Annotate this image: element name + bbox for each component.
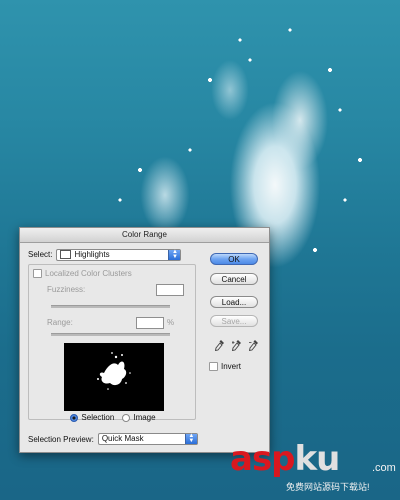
highlight-mask-shape [97,352,131,390]
selection-preview-dropdown[interactable]: Quick Mask ▲ ▼ [97,433,198,445]
select-row: Select: Highlights ▲ ▼ [28,248,182,261]
dropdown-arrows-icon: ▲ ▼ [168,249,181,260]
radio-off-icon [122,413,131,422]
dropdown-arrows-icon: ▲ ▼ [184,433,197,444]
watermark-logo-grey: ku [294,439,341,479]
clusters-label: Localized Color Clusters [45,269,132,278]
invert-label: Invert [221,362,242,371]
eyedropper-icon[interactable] [215,340,224,351]
watermark-domain: .com [372,462,396,474]
invert-checkbox[interactable]: Invert [209,362,241,371]
select-dropdown[interactable]: Highlights ▲ ▼ [56,248,182,261]
localized-clusters-checkbox[interactable]: Localized Color Clusters [33,269,132,278]
radio-image[interactable]: Image [122,413,156,422]
eyedropper-tools [215,340,258,351]
preview-mode-radio-group: Selection Image [29,413,197,422]
ok-button[interactable]: OK [210,253,258,265]
radio-selection-label: Selection [81,413,115,422]
fuzziness-input[interactable] [156,284,184,296]
cancel-button[interactable]: Cancel [210,273,258,285]
color-swatch-icon [60,250,72,259]
color-range-dialog: Color Range Select: Highlights ▲ ▼ Locali… [19,227,270,453]
selection-preview-image [64,343,164,411]
radio-selection[interactable]: Selection [70,413,114,422]
range-unit: % [167,318,175,327]
radio-on-icon [70,413,79,422]
select-value: Highlights [74,249,110,259]
load-button[interactable]: Load... [210,296,258,308]
site-watermark: aspku .com 免费网站源码下载站! [230,440,398,496]
dialog-title: Color Range [20,228,269,243]
checkbox-icon [209,362,218,371]
save-button[interactable]: Save... [210,315,258,327]
selection-preview-label: Selection Preview: [28,434,94,444]
select-label: Select: [28,250,53,259]
range-slider[interactable] [51,333,170,336]
range-row: Range: % [47,317,195,329]
checkbox-icon [33,269,42,278]
range-input[interactable] [136,317,164,329]
eyedropper-plus-icon[interactable] [232,340,241,351]
watermark-logo-red: asp [230,439,296,479]
options-group: Localized Color Clusters Fuzziness: Rang… [28,264,197,422]
range-label: Range: [47,318,73,327]
watermark-logo: aspku [230,439,341,479]
eyedropper-minus-icon[interactable] [249,340,258,351]
fuzziness-slider[interactable] [51,305,170,308]
selection-preview-row: Selection Preview: Quick Mask ▲ ▼ [28,433,198,445]
watermark-subtitle: 免费网站源码下载站! [286,482,370,492]
selection-preview-value: Quick Mask [101,434,144,443]
fuzziness-label: Fuzziness: [47,285,86,294]
radio-image-label: Image [133,413,156,422]
fuzziness-row: Fuzziness: [47,284,192,296]
